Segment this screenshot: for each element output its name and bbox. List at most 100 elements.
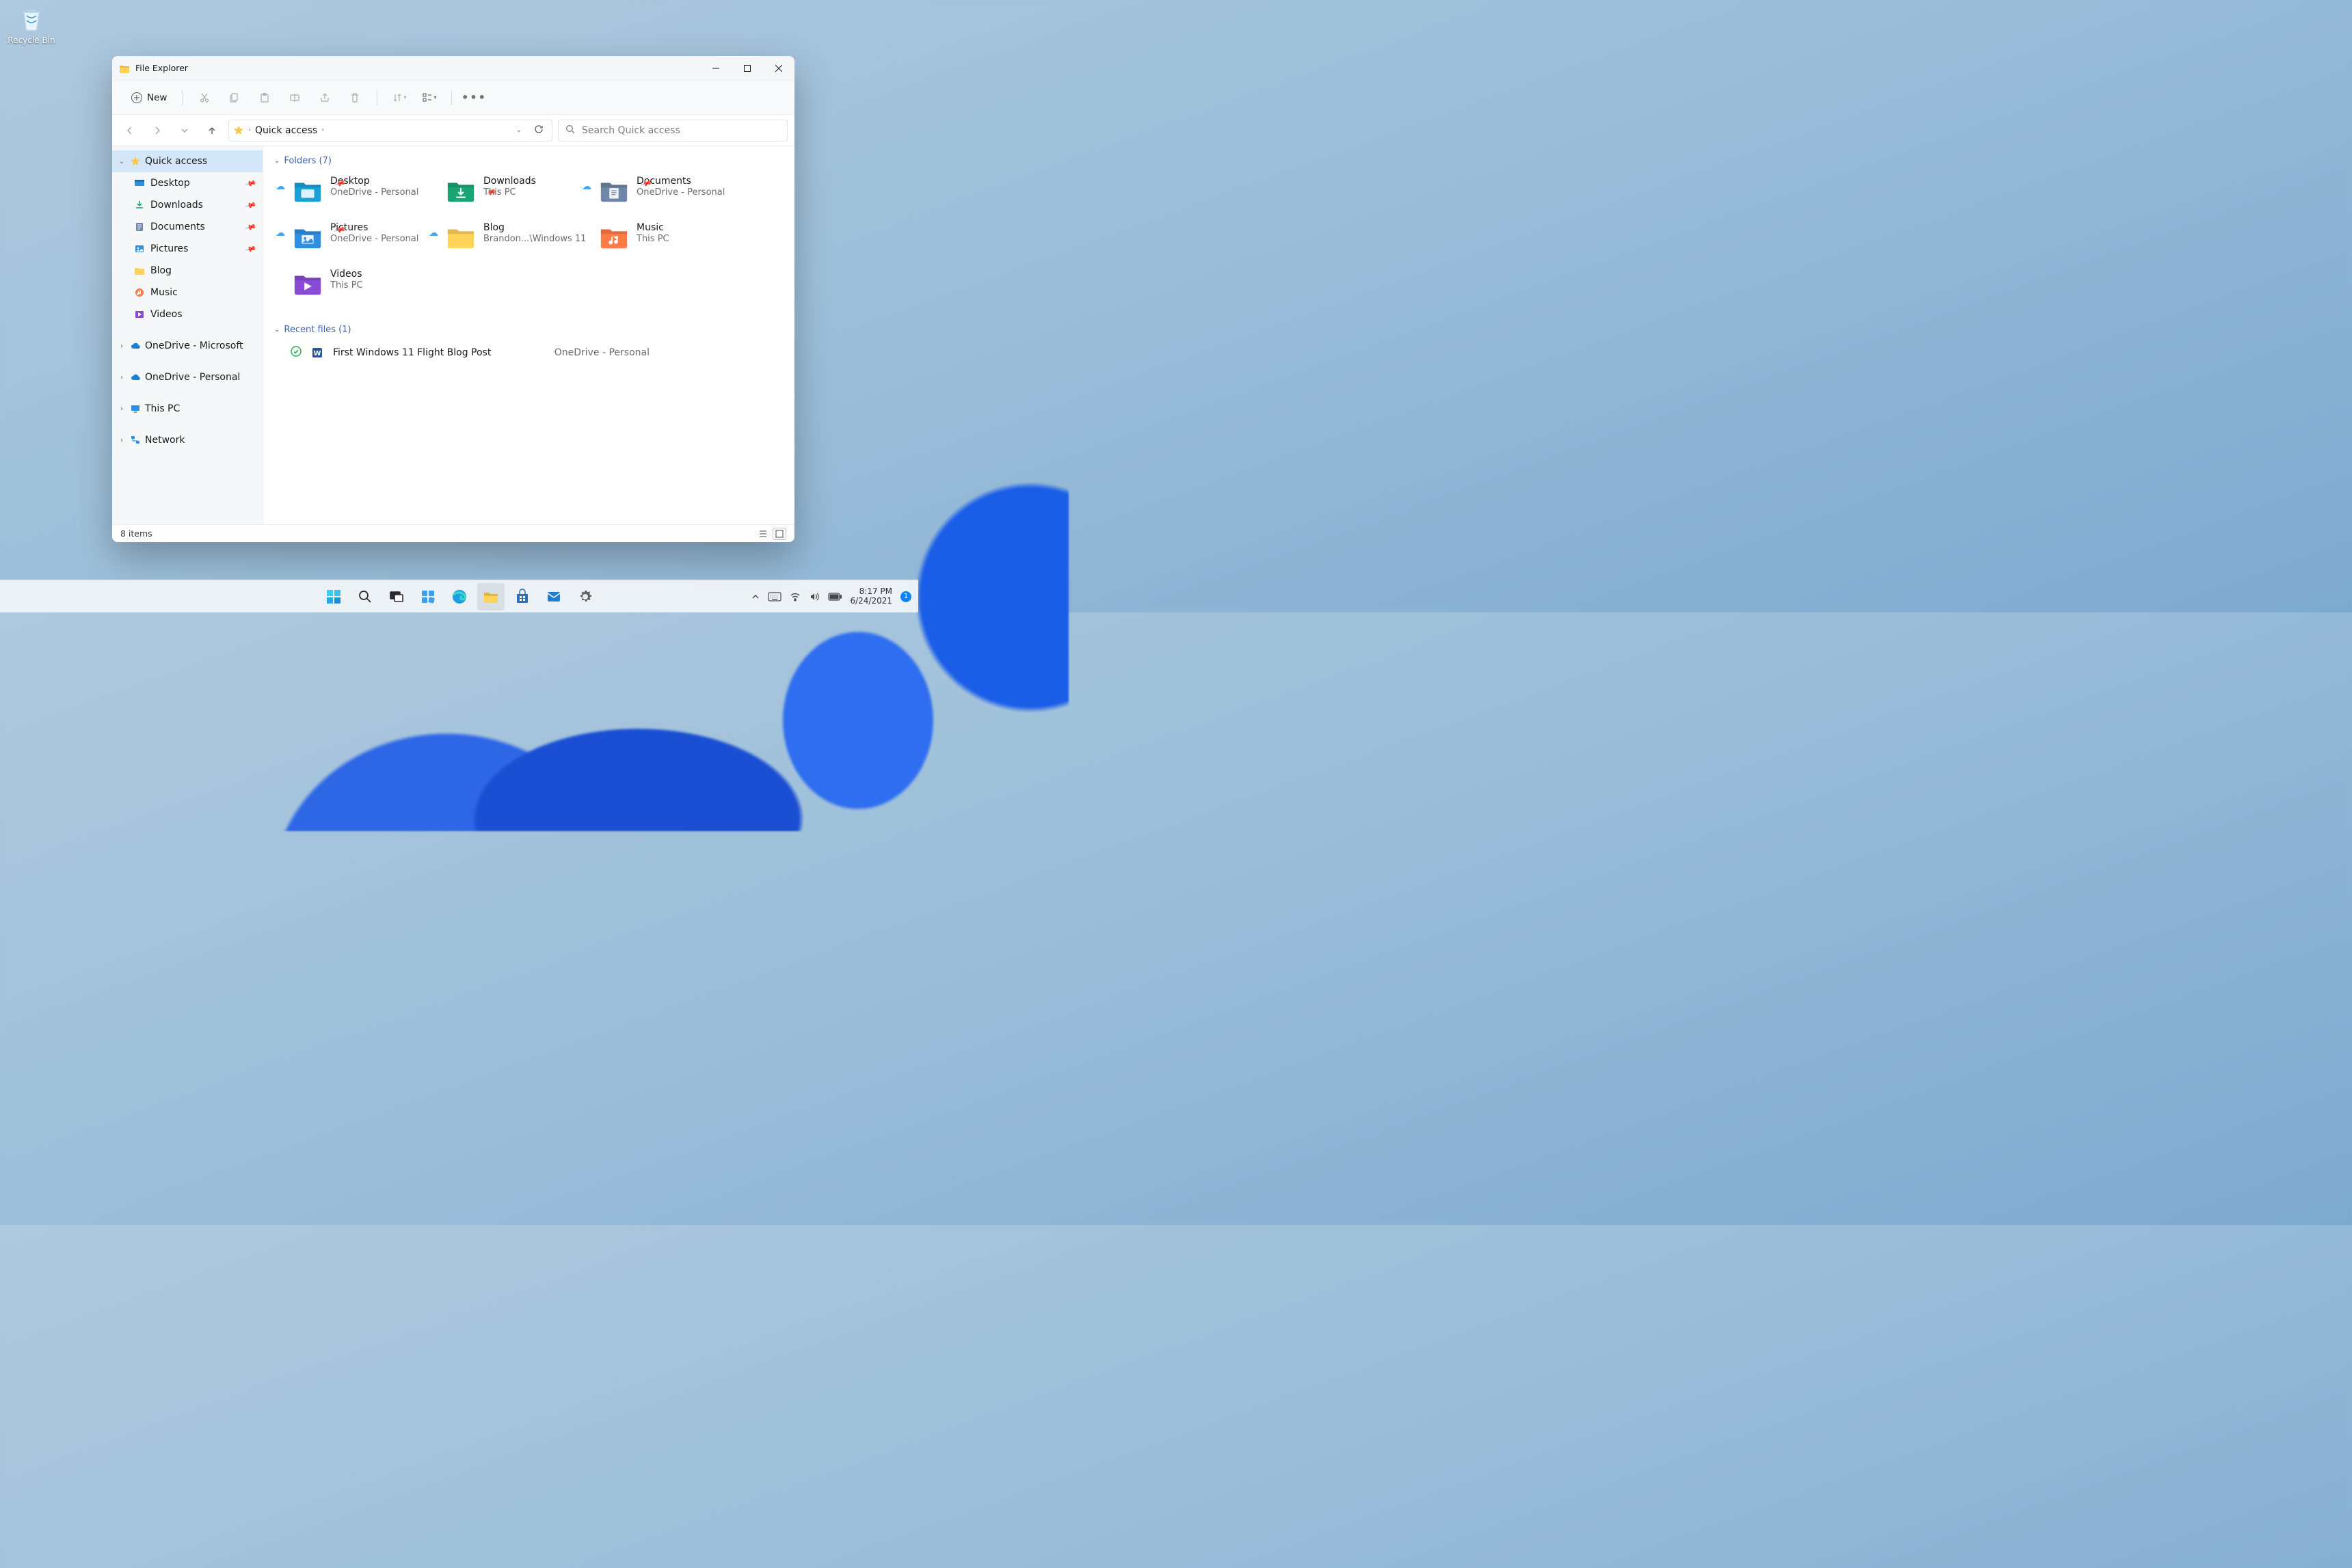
sidebar-onedrive-microsoft[interactable]: › OneDrive - Microsoft bbox=[112, 335, 263, 357]
sidebar-item-label: Quick access bbox=[145, 156, 207, 167]
star-icon bbox=[130, 156, 141, 167]
download-icon bbox=[134, 200, 145, 211]
sidebar-item-label: Pictures bbox=[150, 243, 188, 254]
breadcrumb-current[interactable]: Quick access bbox=[255, 125, 317, 136]
sidebar-onedrive-personal[interactable]: › OneDrive - Personal bbox=[112, 366, 263, 388]
folder-card[interactable]: ☁DocumentsOneDrive - Personal📌 bbox=[597, 173, 747, 217]
taskbar-store[interactable] bbox=[509, 583, 536, 610]
delete-button[interactable] bbox=[341, 85, 369, 110]
new-button[interactable]: New bbox=[124, 89, 174, 107]
cloud-icon bbox=[130, 372, 141, 383]
search-icon bbox=[565, 124, 575, 137]
tray-battery-icon[interactable] bbox=[828, 593, 842, 601]
folders-grid: ☁DesktopOneDrive - Personal📌DownloadsThi… bbox=[271, 173, 789, 310]
sidebar-item-videos[interactable]: Videos bbox=[112, 303, 263, 325]
taskbar-file-explorer[interactable] bbox=[477, 583, 505, 610]
sort-button[interactable]: ▾ bbox=[386, 85, 413, 110]
content-pane: ⌄ Folders (7) ☁DesktopOneDrive - Persona… bbox=[263, 146, 794, 524]
pin-icon: 📌 bbox=[245, 243, 257, 255]
notification-badge[interactable]: 1 bbox=[900, 591, 911, 602]
folder-card[interactable]: ☁PicturesOneDrive - Personal📌 bbox=[291, 219, 441, 263]
folder-icon bbox=[134, 265, 145, 276]
taskbar-mail[interactable] bbox=[540, 583, 567, 610]
paste-button[interactable] bbox=[251, 85, 278, 110]
taskbar-widgets[interactable] bbox=[414, 583, 442, 610]
documents-icon bbox=[134, 221, 145, 232]
tray-keyboard-icon[interactable] bbox=[768, 592, 781, 601]
folder-location: This PC bbox=[637, 234, 669, 244]
sidebar-this-pc[interactable]: › This PC bbox=[112, 398, 263, 420]
command-bar: New ▾ ▾ ••• bbox=[112, 81, 794, 115]
share-button[interactable] bbox=[311, 85, 338, 110]
pin-icon: 📌 bbox=[245, 177, 257, 189]
tray-volume-icon[interactable] bbox=[809, 591, 820, 602]
address-history-dropdown[interactable]: ⌄ bbox=[512, 126, 526, 134]
taskbar-search[interactable] bbox=[351, 583, 379, 610]
recent-file-row[interactable]: WFirst Windows 11 Flight Blog PostOneDri… bbox=[271, 342, 789, 364]
search-box[interactable] bbox=[558, 120, 788, 141]
taskbar-edge[interactable] bbox=[446, 583, 473, 610]
cut-button[interactable] bbox=[191, 85, 218, 110]
view-button[interactable]: ▾ bbox=[416, 85, 443, 110]
sidebar-item-blog[interactable]: Blog bbox=[112, 260, 263, 282]
start-button[interactable] bbox=[320, 583, 347, 610]
section-recent-header[interactable]: ⌄ Recent files (1) bbox=[271, 321, 789, 342]
desktop-recycle-bin[interactable]: Recycle Bin bbox=[7, 4, 56, 45]
folder-location: Brandon...\Windows 11 bbox=[483, 234, 586, 244]
titlebar[interactable]: File Explorer bbox=[112, 56, 794, 81]
sidebar-item-label: Music bbox=[150, 287, 178, 298]
section-folders-header[interactable]: ⌄ Folders (7) bbox=[271, 152, 789, 173]
word-document-icon: W bbox=[311, 347, 323, 359]
search-input[interactable] bbox=[582, 125, 780, 136]
sidebar-item-documents[interactable]: Documents 📌 bbox=[112, 216, 263, 238]
taskbar-task-view[interactable] bbox=[383, 583, 410, 610]
pin-icon: 📌 bbox=[245, 221, 257, 233]
plus-circle-icon bbox=[131, 92, 142, 103]
folder-location: This PC bbox=[330, 280, 363, 290]
tray-overflow-button[interactable] bbox=[751, 593, 760, 601]
folder-card[interactable]: MusicThis PC bbox=[597, 219, 747, 263]
sidebar-item-pictures[interactable]: Pictures 📌 bbox=[112, 238, 263, 260]
minimize-button[interactable] bbox=[700, 56, 732, 81]
sidebar-item-downloads[interactable]: Downloads 📌 bbox=[112, 194, 263, 216]
ellipsis-icon: ••• bbox=[462, 91, 487, 104]
separator bbox=[451, 90, 452, 105]
navigation-pane: ⌄ Quick access Desktop 📌 Downloads 📌 Doc… bbox=[112, 146, 263, 524]
cloud-sync-icon: ☁ bbox=[429, 228, 438, 239]
taskbar-settings[interactable] bbox=[572, 583, 599, 610]
music-icon bbox=[134, 287, 145, 298]
taskbar-clock[interactable]: 8:17 PM 6/24/2021 bbox=[850, 587, 892, 606]
sidebar-item-music[interactable]: Music bbox=[112, 282, 263, 303]
folder-card[interactable]: DownloadsThis PC📌 bbox=[444, 173, 594, 217]
refresh-button[interactable] bbox=[530, 124, 548, 137]
folder-card[interactable]: VideosThis PC bbox=[291, 266, 441, 310]
sidebar-item-label: This PC bbox=[145, 403, 180, 414]
cloud-sync-icon: ☁ bbox=[276, 181, 285, 192]
tray-wifi-icon[interactable] bbox=[790, 591, 801, 602]
file-explorer-window: File Explorer New ▾ ▾ ••• › Qui bbox=[112, 56, 794, 542]
folder-card[interactable]: ☁BlogBrandon...\Windows 11 bbox=[444, 219, 594, 263]
rename-button[interactable] bbox=[281, 85, 308, 110]
large-icons-view-button[interactable] bbox=[773, 528, 786, 540]
folder-card[interactable]: ☁DesktopOneDrive - Personal📌 bbox=[291, 173, 441, 217]
more-button[interactable]: ••• bbox=[460, 85, 487, 110]
recent-locations-button[interactable] bbox=[174, 120, 196, 141]
up-button[interactable] bbox=[201, 120, 223, 141]
details-view-button[interactable] bbox=[756, 528, 770, 540]
maximize-button[interactable] bbox=[732, 56, 763, 81]
sidebar-network[interactable]: › Network bbox=[112, 429, 263, 451]
sidebar-item-label: Videos bbox=[150, 309, 183, 320]
sidebar-quick-access[interactable]: ⌄ Quick access bbox=[112, 150, 263, 172]
back-button[interactable] bbox=[119, 120, 141, 141]
forward-button[interactable] bbox=[146, 120, 168, 141]
recent-files-list: WFirst Windows 11 Flight Blog PostOneDri… bbox=[271, 342, 789, 364]
sidebar-item-label: Downloads bbox=[150, 200, 203, 211]
copy-button[interactable] bbox=[221, 85, 248, 110]
separator bbox=[182, 90, 183, 105]
sidebar-item-desktop[interactable]: Desktop 📌 bbox=[112, 172, 263, 194]
folder-icon bbox=[598, 177, 630, 204]
status-bar: 8 items bbox=[112, 524, 794, 542]
address-bar[interactable]: › Quick access › ⌄ bbox=[228, 120, 552, 141]
close-button[interactable] bbox=[763, 56, 794, 81]
system-tray: 8:17 PM 6/24/2021 1 bbox=[751, 587, 918, 606]
